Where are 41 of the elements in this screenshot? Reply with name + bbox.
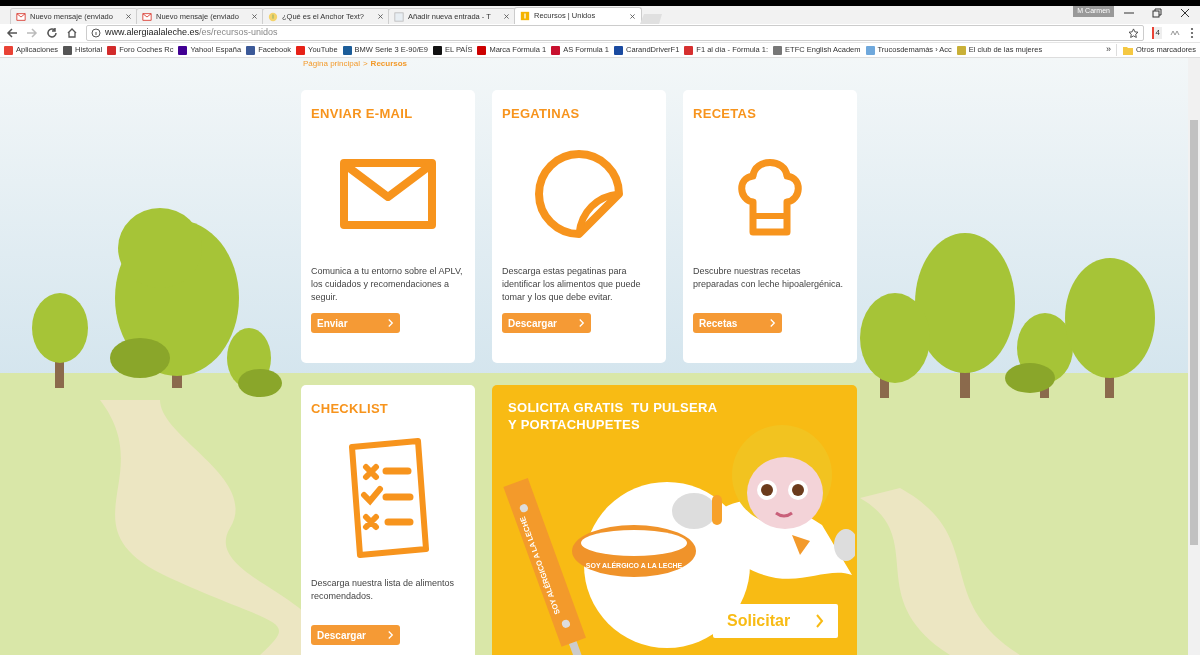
- close-icon[interactable]: [1180, 8, 1190, 18]
- envelope-icon: [340, 159, 436, 230]
- back-icon[interactable]: [6, 27, 18, 39]
- promo-title: Y PORTACHUPETES: [508, 416, 641, 433]
- info-icon: [91, 28, 101, 38]
- chevron-icon: [578, 318, 585, 328]
- card-title: PEGATINAS: [502, 105, 581, 123]
- bush-drawing: [110, 338, 170, 378]
- folder-icon: [1122, 45, 1133, 55]
- card-title: RECETAS: [693, 105, 758, 123]
- card-description: Descarga nuestra lista de alimentos recomendados.: [311, 577, 456, 603]
- page-icon: [394, 11, 404, 22]
- card-title: CHECKLIST: [311, 400, 390, 418]
- sticker-icon: [535, 150, 623, 239]
- url-text: www.alergiaalaleche.es/es/recursos-unidos: [105, 26, 278, 40]
- chevron-icon: [815, 614, 824, 628]
- card-description: Comunica a tu entorno sobre el APLV, los cuidados y recomendaciones a seguir.: [311, 265, 464, 304]
- chevron-icon: [387, 630, 394, 640]
- bush-drawing: [238, 369, 282, 397]
- reload-icon[interactable]: [46, 27, 58, 39]
- extension-badge[interactable]: 4: [1151, 27, 1162, 39]
- restore-icon[interactable]: [1152, 8, 1162, 18]
- card-description: Descarga estas pegatinas para identificar los alimentos que puede tomar y los que debe evitar.: [502, 265, 642, 304]
- bulb-icon: [268, 11, 278, 22]
- home-icon[interactable]: [66, 27, 78, 39]
- chevron-icon: [387, 318, 394, 328]
- site-icon: [520, 11, 530, 21]
- card-title: ENVIAR E-MAIL: [311, 105, 414, 123]
- breadcrumb-separator: >: [362, 59, 368, 69]
- promo-title: SOLICITA GRATIS TU PULSERA: [508, 399, 718, 416]
- scrollbar-thumb[interactable]: [1190, 120, 1198, 545]
- more-bookmarks-button[interactable]: »: [1105, 43, 1111, 57]
- star-icon[interactable]: [1127, 27, 1139, 39]
- mail-icon: [16, 11, 26, 22]
- scrollbar[interactable]: [1188, 58, 1200, 655]
- card-description: Descubre nuestras recetas preparadas con leche hipoalergénica.: [693, 265, 845, 291]
- mail-icon: [142, 11, 152, 22]
- chevron-icon: [769, 318, 776, 328]
- address-bar[interactable]: www.alergiaalaleche.es/es/recursos-unidos: [86, 25, 1144, 41]
- menu-icon[interactable]: [1190, 27, 1194, 39]
- close-icon[interactable]: [629, 12, 636, 20]
